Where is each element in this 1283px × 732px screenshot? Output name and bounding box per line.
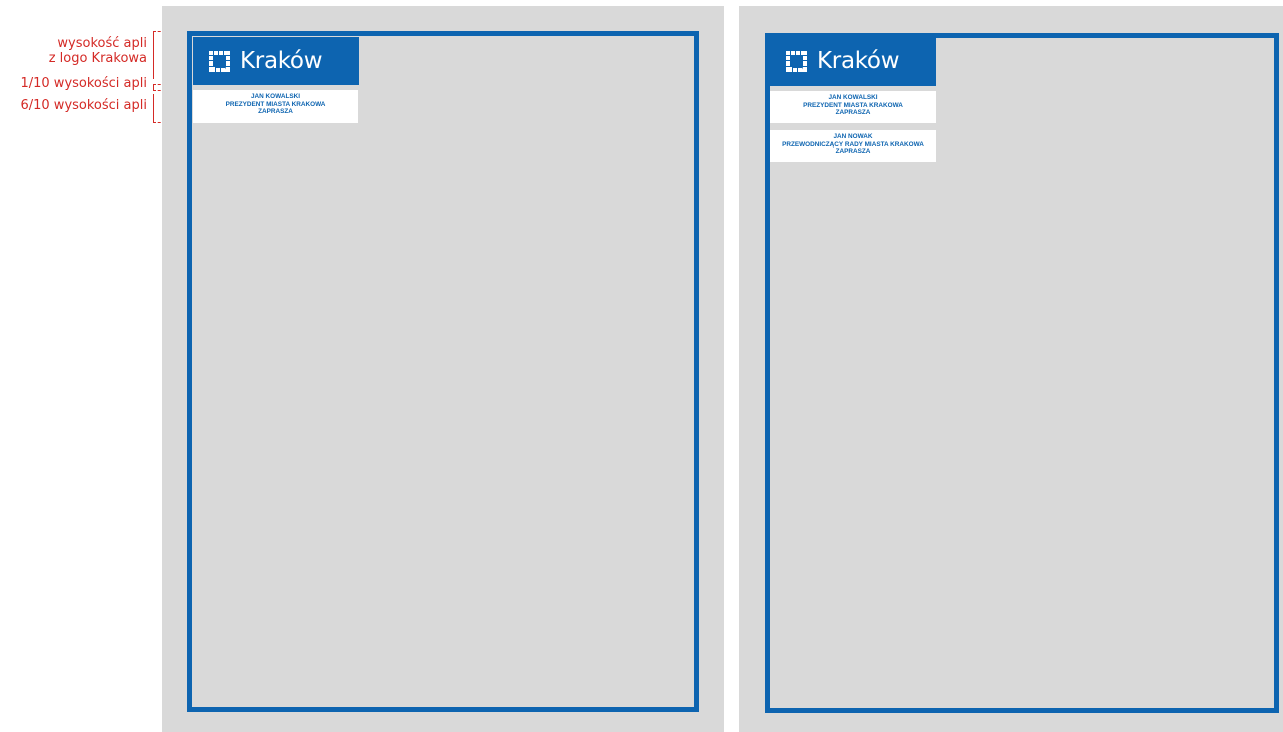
invitation-action: ZAPRASZA: [835, 148, 871, 155]
annotation-logo-height-line1: wysokość apli: [57, 36, 147, 51]
invitation-plate-1: JAN KOWALSKI PREZYDENT MIASTA KRAKOWA ZA…: [770, 91, 936, 123]
invitation-title: PREZYDENT MIASTA KRAKOWA: [225, 100, 326, 108]
krakow-logo-icon: [209, 50, 230, 72]
annotation-gap-height: 1/10 wysokości apli: [20, 76, 147, 91]
krakow-logo-icon: [786, 50, 807, 72]
bracket-text-height: [153, 94, 154, 122]
invitation-name: JAN KOWALSKI: [828, 94, 878, 101]
sheet-left: Kraków JAN KOWALSKI PREZYDENT MIASTA KRA…: [162, 6, 724, 732]
sheet-frame: [187, 31, 699, 712]
invitation-plate-2: JAN NOWAK PRZEWODNICZĄCY RADY MIASTA KRA…: [770, 130, 936, 162]
krakow-logo-text: Kraków: [817, 48, 900, 74]
invitation-title: PREZYDENT MIASTA KRAKOWA: [803, 101, 903, 109]
invitation-action: ZAPRASZA: [258, 108, 293, 115]
invitation-name: JAN KOWALSKI: [251, 93, 300, 100]
bracket-logo-height: [153, 31, 154, 79]
sheet-right: Kraków JAN KOWALSKI PREZYDENT MIASTA KRA…: [739, 6, 1283, 732]
invitation-action: ZAPRASZA: [835, 109, 871, 116]
krakow-logo-plate: Kraków: [193, 37, 359, 85]
invitation-name: JAN NOWAK: [833, 133, 873, 140]
invitation-title: PRZEWODNICZĄCY RADY MIASTA KRAKOWA: [782, 140, 924, 148]
annotation-logo-height-line2: z logo Krakowa: [48, 51, 147, 66]
krakow-logo-plate: Kraków: [770, 36, 936, 86]
annotation-text-height: 6/10 wysokości apli: [20, 98, 147, 113]
invitation-plate: JAN KOWALSKI PREZYDENT MIASTA KRAKOWA ZA…: [193, 90, 358, 123]
krakow-logo-text: Kraków: [240, 48, 323, 74]
annotation-logo-height: wysokość apli z logo Krakowa: [49, 36, 147, 66]
